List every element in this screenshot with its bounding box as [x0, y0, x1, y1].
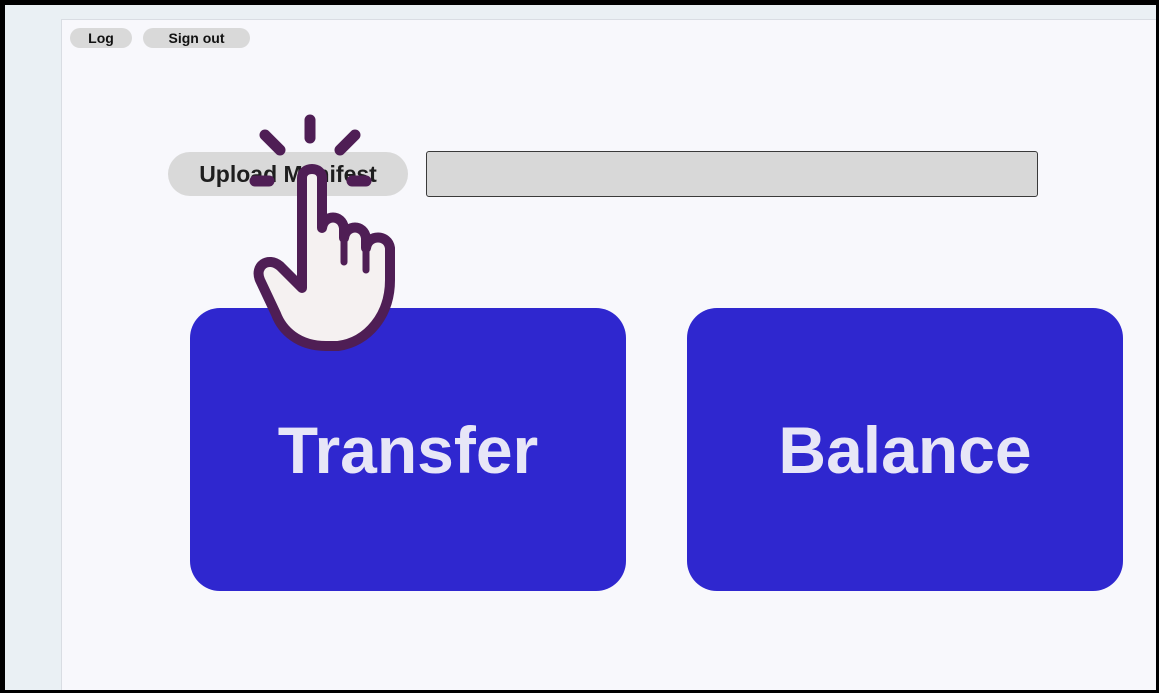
transfer-button[interactable]: Transfer — [190, 308, 626, 591]
log-button[interactable]: Log — [70, 28, 132, 48]
balance-button[interactable]: Balance — [687, 308, 1123, 591]
manifest-file-field[interactable] — [426, 151, 1038, 197]
upload-manifest-button[interactable]: Upload Manifest — [168, 152, 408, 196]
sign-out-button[interactable]: Sign out — [143, 28, 250, 48]
